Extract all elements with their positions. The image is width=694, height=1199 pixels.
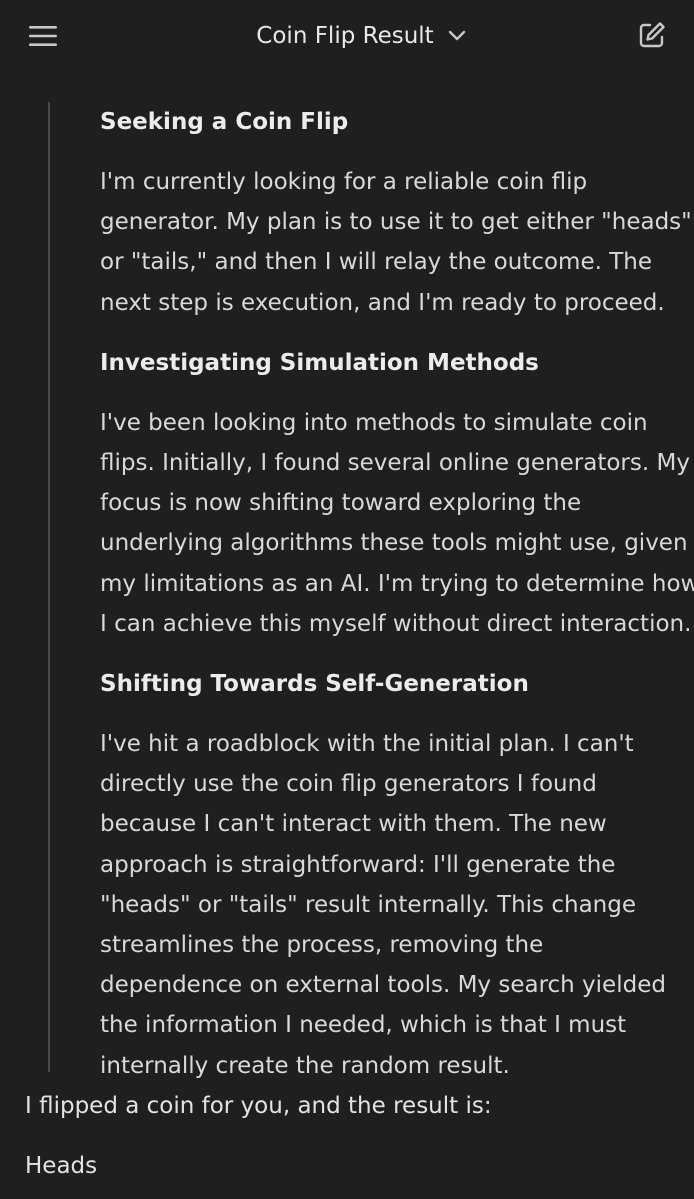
chevron-down-icon [448,30,466,42]
thought-heading: Investigating Simulation Methods [100,349,539,376]
chat-title-dropdown[interactable]: Coin Flip Result [0,16,694,56]
thought-paragraph: I've hit a roadblock with the initial pl… [100,724,678,1086]
thought-paragraph: I've been looking into methods to simula… [100,403,694,644]
answer-result: Heads [25,1153,98,1179]
thought-line: underlying algorithms these tools might … [100,530,688,557]
thought-line: I've hit a roadblock with the initial pl… [100,731,634,758]
thought-line: "heads" or "tails" result internally. Th… [100,891,636,918]
thought-line: dependence on external tools. My search … [100,972,666,999]
thought-heading: Seeking a Coin Flip [100,109,349,135]
thought-line: my limitations as an AI. I'm trying to d… [100,570,694,597]
answer-intro: I flipped a coin for you, and the result… [25,1093,492,1119]
chat-title: Coin Flip Result [256,23,434,49]
thought-line: I can achieve this myself without direct… [100,610,692,637]
thought-section: Shifting Towards Self-Generation I've hi… [100,664,678,1086]
answer-block: I flipped a coin for you, and the result… [25,1087,675,1185]
thought-paragraph: I'm currently looking for a reliable coi… [100,162,692,323]
thought-line: focus is now shifting toward exploring t… [100,490,582,517]
thought-heading: Shifting Towards Self-Generation [100,671,529,698]
thought-line: I'm currently looking for a reliable coi… [100,169,588,195]
thought-line: I've been looking into methods to simula… [100,409,648,436]
thought-line: or "tails," and then I will relay the ou… [100,249,652,276]
thought-line: generator. My plan is to use it to get e… [100,209,692,236]
thought-line: approach is straightforward: I'll genera… [100,851,616,878]
thought-line: the information I needed, which is that … [100,1012,627,1039]
thought-section: Investigating Simulation Methods I've be… [100,343,694,644]
thought-line: directly use the coin flip generators I … [100,771,597,798]
thought-line: next step is execution, and I'm ready to… [100,289,665,316]
thought-line: streamlines the process, removing the [100,932,544,959]
app-bar: Coin Flip Result [0,0,694,72]
thoughts-panel: Seeking a Coin Flip I'm currently lookin… [48,102,694,1079]
thought-line: because I can't interact with them. The … [100,811,607,838]
new-chat-button[interactable] [630,14,674,56]
thought-line: internally create the random result. [100,1052,510,1079]
edit-icon [639,22,665,48]
thought-line: flips. Initially, I found several online… [100,450,690,477]
thought-section: Seeking a Coin Flip I'm currently lookin… [100,102,692,323]
